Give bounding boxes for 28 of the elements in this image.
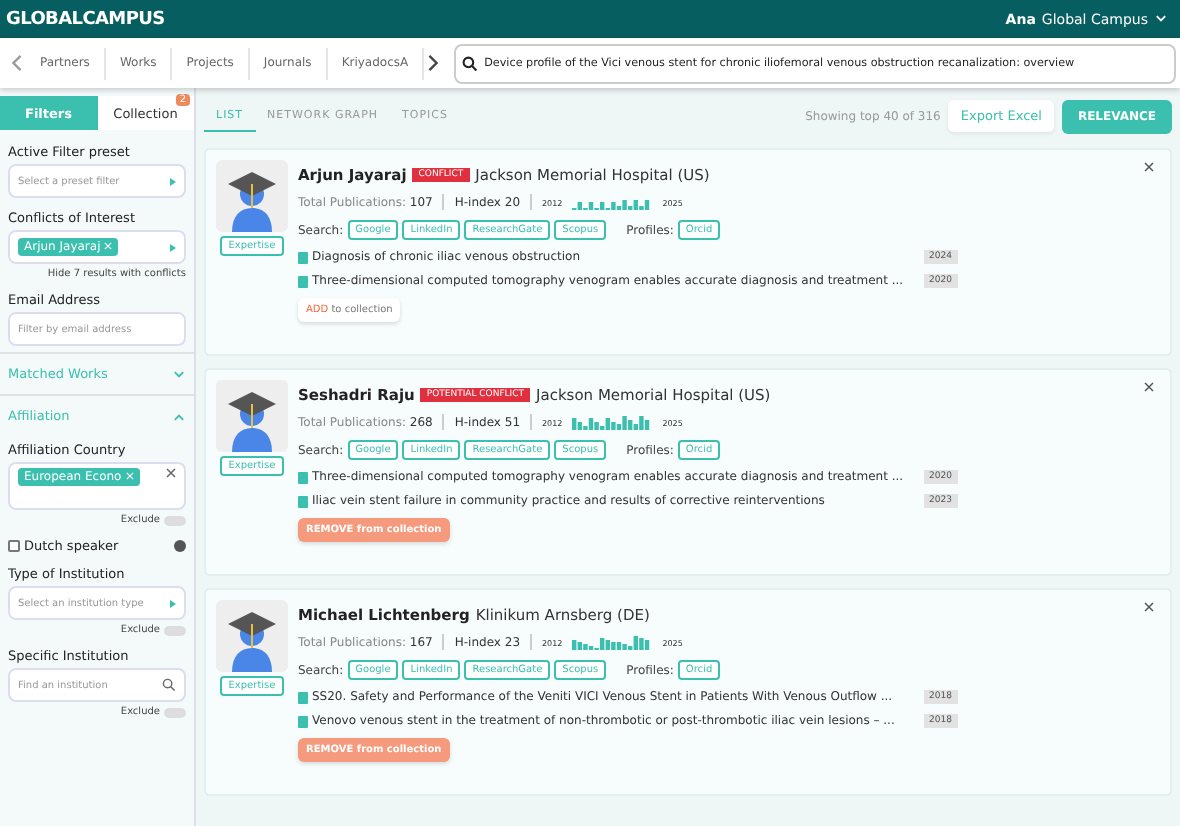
caret-icon (168, 599, 176, 607)
close-icon (1144, 602, 1154, 613)
close-button[interactable] (1140, 378, 1154, 396)
caret-icon (168, 243, 176, 251)
search-icon (162, 678, 176, 692)
sparkline-chart (572, 634, 653, 650)
avatar-icon (216, 600, 288, 672)
clear-icon (166, 468, 176, 478)
caret-icon (168, 177, 176, 185)
close-button[interactable] (1140, 158, 1154, 176)
chevron-icon (8, 54, 26, 72)
search-icon (462, 55, 479, 71)
info-icon (174, 540, 186, 552)
chevron-icon (424, 54, 443, 72)
chevron-icon (172, 367, 186, 381)
avatar-icon (216, 380, 288, 452)
close-button[interactable] (1140, 598, 1154, 616)
remove-icon (125, 472, 134, 481)
checkbox[interactable] (8, 540, 20, 552)
close-icon (1144, 162, 1154, 173)
avatar-icon (216, 160, 288, 232)
chevron-icon (1154, 12, 1168, 26)
chevron-icon (172, 409, 186, 423)
remove-icon (104, 242, 113, 251)
sparkline-chart (572, 414, 653, 430)
sparkline-chart (572, 194, 653, 210)
close-icon (1144, 382, 1154, 393)
logo: GLOBALCAMPUS (6, 9, 165, 29)
